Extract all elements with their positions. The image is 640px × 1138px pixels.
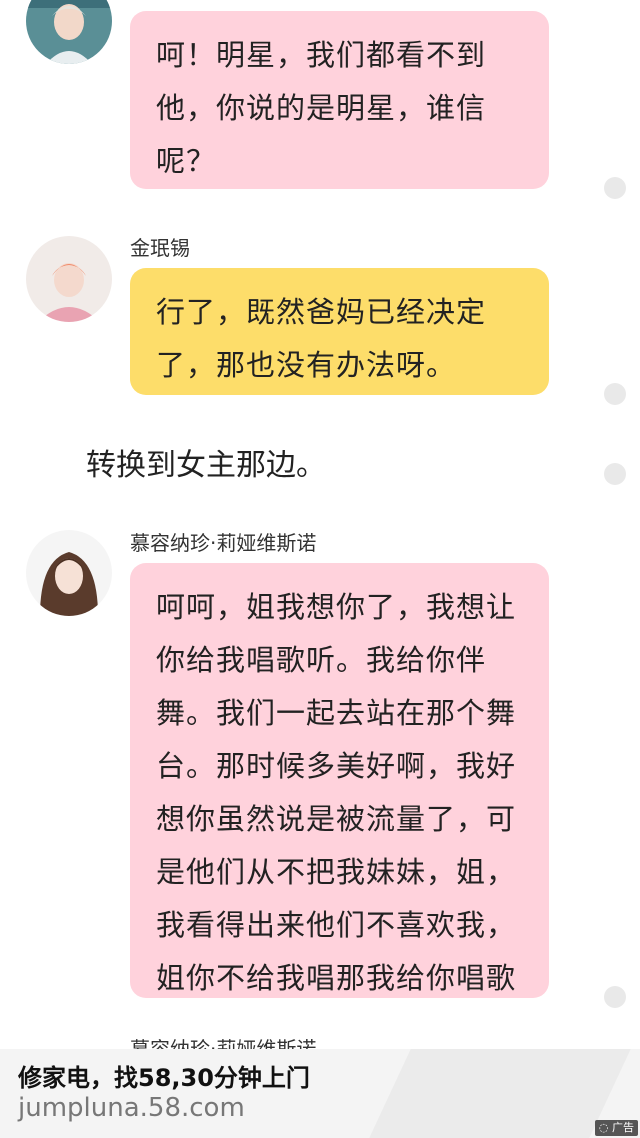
- message-bubble[interactable]: 行了，既然爸妈已经决定 了，那也没有办法呀。: [130, 268, 549, 395]
- message-line: 是他们从不把我妹妹，姐，: [156, 855, 517, 889]
- message-bubble[interactable]: 呵呵，姐我想你了，我想让 你给我唱歌听。我给你伴 舞。我们一起去站在那个舞 台。…: [130, 563, 549, 998]
- more-options-dot[interactable]: [604, 986, 626, 1008]
- ad-banner[interactable]: 修家电，找58,30分钟上门 jumpluna.58.com ◌ 广告: [0, 1049, 640, 1138]
- ad-badge-icon: ◌: [598, 1121, 612, 1134]
- ad-title[interactable]: 修家电，找58,30分钟上门: [18, 1058, 310, 1093]
- ad-url[interactable]: jumpluna.58.com: [18, 1093, 245, 1123]
- message-line: 台。那时候多美好啊，我好: [156, 749, 517, 783]
- message-line: 他，你说的是明星，谁信: [156, 91, 487, 125]
- sender-name: 金珉锡: [130, 236, 190, 260]
- message-line: 我看得出来他们不喜欢我，: [156, 908, 517, 942]
- message-bubble[interactable]: 呵！明星，我们都看不到 他，你说的是明星，谁信 呢？: [130, 11, 549, 189]
- avatar-young-man-icon[interactable]: [26, 0, 112, 64]
- avatar-girl-icon[interactable]: [26, 530, 112, 616]
- message-line: 了，那也没有办法呀。: [156, 348, 457, 382]
- more-options-dot[interactable]: [604, 463, 626, 485]
- message-line: 呢？: [156, 144, 217, 178]
- message-line: 姐你不给我唱那我给你唱歌: [156, 961, 517, 995]
- avatar-pink-shirt-icon[interactable]: [26, 236, 112, 322]
- next-sender-name: 慕容纳珍·莉娅维斯诺: [130, 1037, 317, 1049]
- message-line: 你给我唱歌听。我给你伴: [156, 643, 487, 677]
- more-options-dot[interactable]: [604, 383, 626, 405]
- message-line: 想你虽然说是被流量了，可: [156, 802, 517, 836]
- more-options-dot[interactable]: [604, 177, 626, 199]
- ad-badge-label: 广告: [612, 1121, 634, 1134]
- sender-name: 慕容纳珍·莉娅维斯诺: [130, 531, 317, 555]
- narration-text: 转换到女主那边。: [86, 448, 326, 483]
- message-line: 舞。我们一起去站在那个舞: [156, 696, 517, 730]
- message-line: 呵！明星，我们都看不到: [156, 38, 487, 72]
- message-line: 行了，既然爸妈已经决定: [156, 295, 487, 329]
- ad-badge: ◌ 广告: [594, 1120, 638, 1136]
- message-line: 呵呵，姐我想你了，我想让: [156, 590, 517, 624]
